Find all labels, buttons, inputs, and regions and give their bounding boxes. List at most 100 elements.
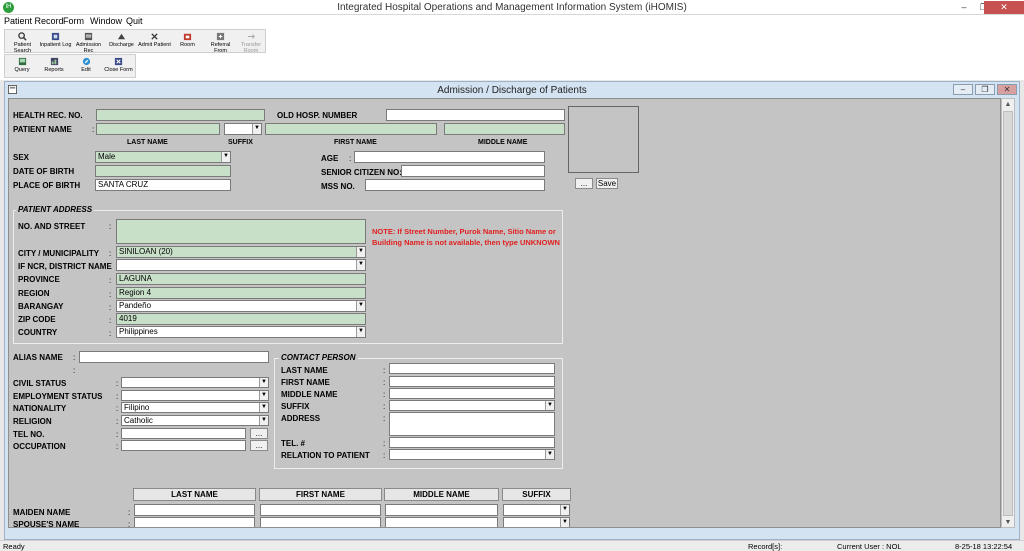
barangay-select[interactable]: Pandeño ▼ — [116, 300, 366, 312]
menu-window[interactable]: Window — [90, 16, 122, 26]
discharge-button[interactable]: Discharge — [105, 31, 138, 52]
no-and-street-field[interactable] — [116, 219, 366, 244]
mss-no-field[interactable] — [365, 179, 545, 191]
chevron-down-icon: ▼ — [259, 416, 268, 425]
contact-first-name-label: FIRST NAME — [281, 378, 330, 387]
place-of-birth-field[interactable]: SANTA CRUZ — [95, 179, 231, 191]
maiden-middle-name-field[interactable] — [385, 504, 498, 516]
scroll-thumb[interactable] — [1003, 111, 1013, 516]
contact-middle-name-field[interactable] — [389, 388, 555, 399]
reports-label: Reports — [44, 67, 64, 73]
spouse-first-name-field[interactable] — [260, 517, 381, 527]
province-colon: : — [109, 276, 112, 285]
province-field[interactable]: LAGUNA — [116, 273, 366, 285]
old-hosp-number-field[interactable] — [386, 109, 565, 121]
chevron-down-icon: ▼ — [259, 391, 268, 400]
reports-icon — [50, 57, 58, 66]
room-button[interactable]: Room — [171, 31, 204, 52]
admission-record-label: Admission Rec — [75, 42, 102, 54]
scroll-down-icon[interactable]: ▼ — [1002, 517, 1014, 528]
contact-first-name-field[interactable] — [389, 376, 555, 387]
region-field[interactable]: Region 4 — [116, 287, 366, 299]
spouse-header-first: FIRST NAME — [259, 488, 382, 501]
spouse-last-name-field[interactable] — [134, 517, 255, 527]
zip-code-field[interactable]: 4019 — [116, 313, 366, 325]
maiden-first-name-field[interactable] — [260, 504, 381, 516]
zip-code-label: ZIP CODE — [18, 315, 56, 324]
maiden-suffix-select[interactable]: ▼ — [503, 504, 570, 516]
contact-tel-field[interactable] — [389, 437, 555, 448]
admit-patient-button[interactable]: Admit Patient — [138, 31, 171, 52]
contact-address-field[interactable] — [389, 412, 555, 436]
city-select[interactable]: SINILOAN (20) ▼ — [116, 246, 366, 258]
zip-code-colon: : — [109, 316, 112, 325]
status-text: Ready — [3, 542, 25, 551]
spouse-suffix-select[interactable]: ▼ — [503, 517, 570, 527]
patient-middle-name-field[interactable] — [444, 123, 565, 135]
health-rec-no-field[interactable] — [96, 109, 265, 121]
alias-name-field[interactable] — [79, 351, 269, 363]
scroll-up-icon[interactable]: ▲ — [1002, 99, 1014, 110]
photo-browse-button[interactable]: ... — [575, 178, 593, 189]
sex-value: Male — [98, 152, 116, 161]
secondary-toolbar: Query Reports Edit Close Form — [4, 54, 136, 78]
close-window-button[interactable]: ✕ — [984, 1, 1024, 14]
child-maximize-button[interactable]: ❐ — [975, 84, 995, 95]
senior-citizen-field[interactable] — [401, 165, 545, 177]
spouse-middle-name-field[interactable] — [385, 517, 498, 527]
country-select[interactable]: Philippines ▼ — [116, 326, 366, 338]
child-close-button[interactable]: ✕ — [997, 84, 1017, 95]
referral-from-label: Referral From — [210, 42, 231, 54]
date-of-birth-field[interactable] — [95, 165, 231, 177]
contact-last-name-field[interactable] — [389, 363, 555, 374]
occupation-field[interactable] — [121, 440, 246, 451]
child-minimize-button[interactable]: – — [953, 84, 973, 95]
religion-select[interactable]: Catholic ▼ — [121, 415, 269, 426]
menu-quit[interactable]: Quit — [126, 16, 143, 26]
country-colon: : — [109, 329, 112, 338]
menu-form[interactable]: Form — [63, 16, 84, 26]
civil-status-colon: : — [116, 379, 119, 388]
tel-no-label: TEL NO. — [13, 430, 45, 439]
no-and-street-label: NO. AND STREET — [18, 222, 86, 231]
patient-last-name-field[interactable] — [96, 123, 220, 135]
employment-status-select[interactable]: ▼ — [121, 390, 269, 401]
maiden-last-name-field[interactable] — [134, 504, 255, 516]
tel-no-browse-button[interactable]: ... — [250, 428, 268, 439]
patient-photo-box[interactable] — [568, 106, 639, 173]
contact-suffix-select[interactable]: ▼ — [389, 400, 555, 411]
nationality-select[interactable]: Filipino ▼ — [121, 402, 269, 413]
city-value: SINILOAN (20) — [119, 247, 173, 256]
patient-search-button[interactable]: Patient Search — [6, 31, 39, 54]
barangay-value: Pandeño — [119, 301, 152, 310]
vertical-scrollbar[interactable]: ▲ ▼ — [1001, 98, 1015, 528]
occupation-browse-button[interactable]: ... — [250, 440, 268, 451]
relation-select[interactable]: ▼ — [389, 449, 555, 460]
patient-suffix-select[interactable]: ▼ — [224, 123, 262, 135]
age-field[interactable] — [354, 151, 545, 163]
close-form-button[interactable]: Close Form — [102, 56, 135, 77]
ncr-district-select[interactable]: ▼ — [116, 259, 366, 271]
chevron-down-icon: ▼ — [356, 260, 365, 270]
country-label: COUNTRY — [18, 328, 58, 337]
photo-save-button[interactable]: Save — [596, 178, 618, 189]
query-icon — [18, 57, 26, 66]
referral-from-button[interactable]: Referral From — [204, 31, 237, 54]
contact-address-colon: : — [383, 414, 386, 423]
transfer-room-button[interactable]: Transfer Room — [237, 31, 265, 54]
inpatient-log-button[interactable]: Inpatient Log — [39, 31, 72, 52]
civil-status-select[interactable]: ▼ — [121, 377, 269, 388]
spouse-name-label: SPOUSE'S NAME — [13, 520, 80, 528]
menu-patient-record[interactable]: Patient Record — [4, 16, 64, 26]
admission-record-button[interactable]: Admission Rec — [72, 31, 105, 54]
tel-no-field[interactable] — [121, 428, 246, 439]
edit-button[interactable]: Edit — [70, 56, 102, 77]
reports-button[interactable]: Reports — [38, 56, 70, 77]
region-colon: : — [109, 290, 112, 299]
patient-first-name-field[interactable] — [265, 123, 437, 135]
employment-status-colon: : — [116, 392, 119, 401]
status-bar: Ready Record[s]: Current User : NOL 8-25… — [0, 540, 1024, 551]
sex-select[interactable]: Male ▼ — [95, 151, 231, 163]
place-of-birth-label: PLACE OF BIRTH — [13, 181, 81, 190]
query-button[interactable]: Query — [6, 56, 38, 77]
